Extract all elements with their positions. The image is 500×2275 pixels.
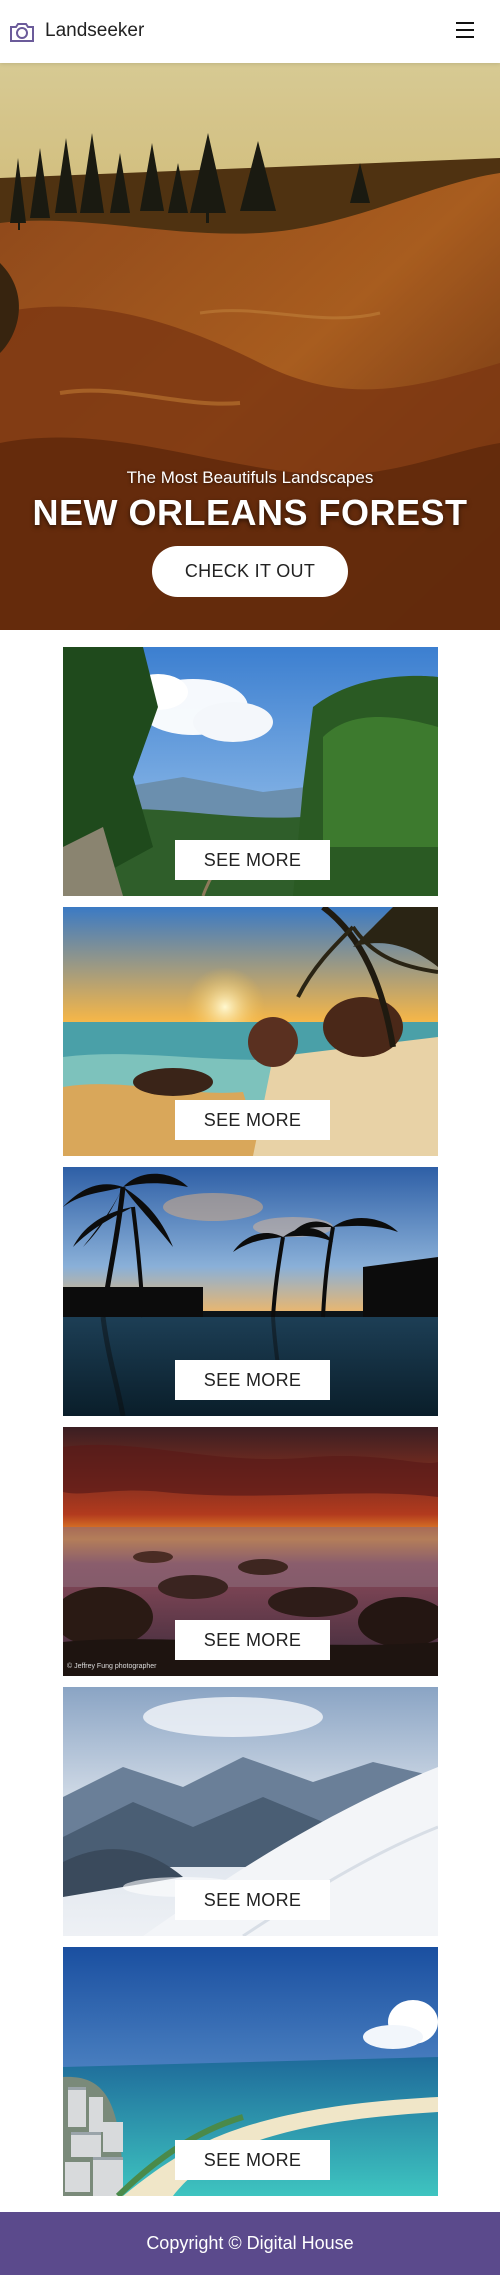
hamburger-menu-icon[interactable] (456, 22, 474, 38)
hero-forest-image (0, 63, 500, 630)
footer: Copyright © Digital House (0, 2212, 500, 2275)
landscape-card: SEE MORE (63, 1167, 438, 1416)
brand-name[interactable]: Landseeker (45, 20, 144, 42)
landscape-card: SEE MORE (63, 907, 438, 1156)
camera-icon[interactable] (8, 20, 36, 44)
copyright-text: Copyright © Digital House (146, 2233, 354, 2253)
see-more-button[interactable]: SEE MORE (175, 1620, 330, 1660)
top-navbar: Landseeker (0, 0, 500, 63)
landscape-card: SEE MORE (63, 1947, 438, 2196)
landscape-card: © Jeffrey Fung photographer SEE MORE (63, 1427, 438, 1676)
see-more-button[interactable]: SEE MORE (175, 840, 330, 880)
hero-title: NEW ORLEANS FOREST (32, 492, 468, 533)
hero-subtitle: The Most Beautifuls Landscapes (126, 468, 374, 487)
landscape-card: SEE MORE (63, 1687, 438, 1936)
see-more-button[interactable]: SEE MORE (175, 1880, 330, 1920)
see-more-button[interactable]: SEE MORE (175, 1100, 330, 1140)
check-it-out-button[interactable]: CHECK IT OUT (152, 546, 348, 597)
see-more-button[interactable]: SEE MORE (175, 2140, 330, 2180)
see-more-button[interactable]: SEE MORE (175, 1360, 330, 1400)
landscape-card: SEE MORE (63, 647, 438, 896)
hero-banner: The Most Beautifuls Landscapes NEW ORLEA… (0, 63, 500, 630)
photo-watermark: © Jeffrey Fung photographer (67, 1663, 157, 1670)
